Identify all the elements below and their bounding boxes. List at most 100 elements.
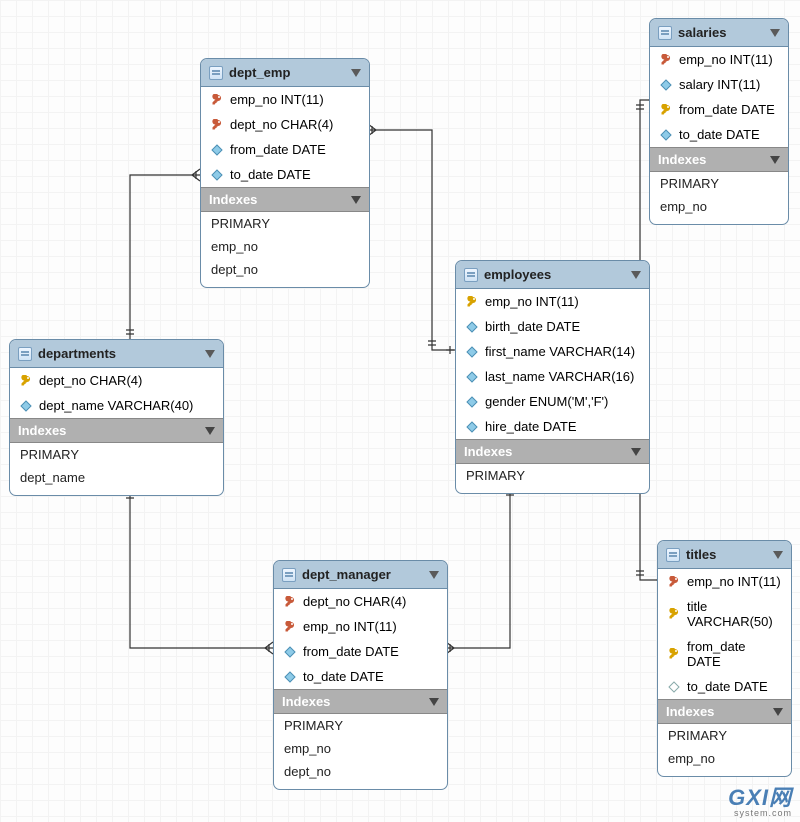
indexes-header[interactable]: Indexes (650, 147, 788, 172)
column-row[interactable]: emp_no INT(11) (201, 87, 369, 112)
column-row[interactable]: emp_no INT(11) (658, 569, 791, 594)
index-row[interactable]: emp_no (201, 235, 369, 258)
not-null-icon (660, 79, 672, 91)
column-row[interactable]: first_name VARCHAR(14) (456, 339, 649, 364)
table-dept-manager[interactable]: dept_manager dept_no CHAR(4) emp_no INT(… (273, 560, 448, 790)
table-departments[interactable]: departments dept_no CHAR(4) dept_name VA… (9, 339, 224, 496)
column-row[interactable]: gender ENUM('M','F') (456, 389, 649, 414)
table-header[interactable]: salaries (650, 19, 788, 47)
table-title: dept_manager (302, 567, 423, 582)
column-label: title VARCHAR(50) (687, 599, 781, 629)
collapse-icon[interactable] (429, 698, 439, 706)
collapse-icon[interactable] (773, 708, 783, 716)
column-row[interactable]: to_date DATE (650, 122, 788, 147)
table-header[interactable]: employees (456, 261, 649, 289)
column-row[interactable]: emp_no INT(11) (274, 614, 447, 639)
index-row[interactable]: PRIMARY (201, 212, 369, 235)
column-row[interactable]: from_date DATE (201, 137, 369, 162)
not-null-icon (211, 169, 223, 181)
collapse-icon[interactable] (770, 156, 780, 164)
nullable-icon (668, 681, 680, 693)
indexes-label: Indexes (209, 192, 257, 207)
column-label: emp_no INT(11) (303, 619, 397, 634)
table-icon (464, 268, 478, 282)
column-row[interactable]: to_date DATE (658, 674, 791, 699)
index-row[interactable]: dept_no (201, 258, 369, 281)
column-label: dept_name VARCHAR(40) (39, 398, 193, 413)
column-label: salary INT(11) (679, 77, 760, 92)
column-label: last_name VARCHAR(16) (485, 369, 634, 384)
table-icon (666, 548, 680, 562)
index-row[interactable]: PRIMARY (10, 443, 223, 466)
column-row[interactable]: from_date DATE (274, 639, 447, 664)
table-employees[interactable]: employees emp_no INT(11) birth_date DATE… (455, 260, 650, 494)
collapse-icon[interactable] (770, 29, 780, 37)
column-row[interactable]: dept_name VARCHAR(40) (10, 393, 223, 418)
column-row[interactable]: hire_date DATE (456, 414, 649, 439)
index-row[interactable]: emp_no (658, 747, 791, 770)
foreign-key-icon (660, 54, 672, 66)
column-row[interactable]: dept_no CHAR(4) (274, 589, 447, 614)
index-row[interactable]: PRIMARY (650, 172, 788, 195)
column-label: dept_no CHAR(4) (39, 373, 142, 388)
column-row[interactable]: last_name VARCHAR(16) (456, 364, 649, 389)
index-row[interactable]: PRIMARY (658, 724, 791, 747)
column-label: birth_date DATE (485, 319, 580, 334)
index-row[interactable]: dept_no (274, 760, 447, 783)
indexes-label: Indexes (18, 423, 66, 438)
table-icon (18, 347, 32, 361)
column-label: from_date DATE (230, 142, 326, 157)
primary-key-icon (20, 375, 32, 387)
collapse-icon[interactable] (429, 571, 439, 579)
collapse-icon[interactable] (773, 551, 783, 559)
collapse-icon[interactable] (351, 196, 361, 204)
indexes-header[interactable]: Indexes (201, 187, 369, 212)
columns-list: dept_no CHAR(4) emp_no INT(11) from_date… (274, 589, 447, 689)
index-row[interactable]: PRIMARY (274, 714, 447, 737)
column-row[interactable]: to_date DATE (274, 664, 447, 689)
collapse-icon[interactable] (631, 448, 641, 456)
collapse-icon[interactable] (631, 271, 641, 279)
column-row[interactable]: from_date DATE (650, 97, 788, 122)
table-icon (209, 66, 223, 80)
column-row[interactable]: dept_no CHAR(4) (201, 112, 369, 137)
table-header[interactable]: titles (658, 541, 791, 569)
indexes-header[interactable]: Indexes (456, 439, 649, 464)
column-label: to_date DATE (303, 669, 384, 684)
primary-key-icon (466, 296, 478, 308)
column-row[interactable]: birth_date DATE (456, 314, 649, 339)
index-row[interactable]: dept_name (10, 466, 223, 489)
watermark-sub: system.com (728, 808, 792, 818)
collapse-icon[interactable] (205, 350, 215, 358)
indexes-header[interactable]: Indexes (274, 689, 447, 714)
index-row[interactable]: PRIMARY (456, 464, 649, 487)
table-title: employees (484, 267, 625, 282)
table-title: departments (38, 346, 199, 361)
table-icon (282, 568, 296, 582)
primary-key-icon (668, 648, 680, 660)
indexes-header[interactable]: Indexes (10, 418, 223, 443)
column-row[interactable]: emp_no INT(11) (456, 289, 649, 314)
column-row[interactable]: title VARCHAR(50) (658, 594, 791, 634)
column-row[interactable]: dept_no CHAR(4) (10, 368, 223, 393)
table-dept-emp[interactable]: dept_emp emp_no INT(11) dept_no CHAR(4) … (200, 58, 370, 288)
table-header[interactable]: dept_emp (201, 59, 369, 87)
column-label: from_date DATE (679, 102, 775, 117)
index-row[interactable]: emp_no (650, 195, 788, 218)
columns-list: emp_no INT(11) dept_no CHAR(4) from_date… (201, 87, 369, 187)
indexes-label: Indexes (282, 694, 330, 709)
table-header[interactable]: departments (10, 340, 223, 368)
column-row[interactable]: salary INT(11) (650, 72, 788, 97)
column-row[interactable]: emp_no INT(11) (650, 47, 788, 72)
collapse-icon[interactable] (205, 427, 215, 435)
table-titles[interactable]: titles emp_no INT(11) title VARCHAR(50) … (657, 540, 792, 777)
column-row[interactable]: from_date DATE (658, 634, 791, 674)
table-title: salaries (678, 25, 764, 40)
index-row[interactable]: emp_no (274, 737, 447, 760)
table-header[interactable]: dept_manager (274, 561, 447, 589)
table-salaries[interactable]: salaries emp_no INT(11) salary INT(11) f… (649, 18, 789, 225)
collapse-icon[interactable] (351, 69, 361, 77)
indexes-header[interactable]: Indexes (658, 699, 791, 724)
columns-list: emp_no INT(11) birth_date DATE first_nam… (456, 289, 649, 439)
column-row[interactable]: to_date DATE (201, 162, 369, 187)
